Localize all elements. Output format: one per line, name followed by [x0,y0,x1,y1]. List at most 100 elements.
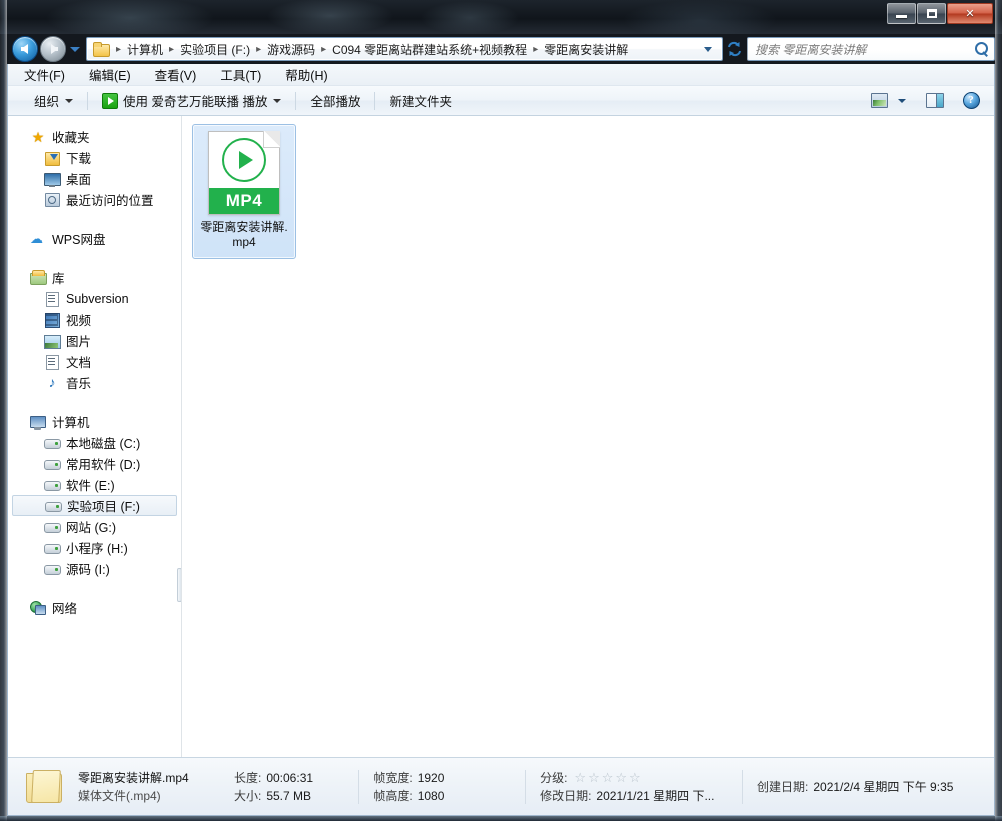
menu-edit[interactable]: 编辑(E) [89,63,143,86]
arrow-left-icon [21,44,28,54]
play-with-button[interactable]: 使用 爱奇艺万能联播 播放 [94,88,289,113]
recent-locations-button[interactable] [68,36,82,62]
star-icon: ★ [30,129,46,145]
sidebar-item-drive-g[interactable]: 网站 (G:) [8,516,181,537]
change-view-button[interactable] [866,89,892,113]
star-icon[interactable]: ☆ [574,771,586,784]
sidebar-item-drive-i[interactable]: 源码 (I:) [8,558,181,579]
file-grid: MP4 零距离安装讲解.mp4 [192,124,994,259]
refresh-button[interactable] [723,37,745,61]
toolbar-separator [374,92,375,110]
sidebar-item-desktop[interactable]: 桌面 [8,168,181,189]
rating-stars[interactable]: ☆ ☆ ☆ ☆ ☆ [574,771,640,784]
sidebar-label: 实验项目 (F:) [67,496,140,515]
breadcrumb-dropdown-button[interactable] [696,47,722,52]
details-filetype-line: 媒体文件(.mp4) [78,789,224,803]
breadcrumb-separator: ▸ [529,44,542,55]
desktop-icon [44,171,60,187]
breadcrumb[interactable]: ▸ 计算机 ▸ 实验项目 (F:) ▸ 游戏源码 ▸ C094 零距离站群建站系… [86,37,723,61]
details-filetype: 媒体文件(.mp4) [78,789,161,803]
forward-button[interactable] [40,36,66,62]
sidebar-item-drive-c[interactable]: 本地磁盘 (C:) [8,432,181,453]
menu-tools[interactable]: 工具(T) [220,63,273,86]
details-frame-width-value: 1920 [418,771,445,785]
minimize-icon [896,15,907,18]
breadcrumb-item-3[interactable]: C094 零距离站群建站系统+视频教程 [330,41,529,58]
star-icon[interactable]: ☆ [615,771,627,784]
star-icon[interactable]: ☆ [602,771,614,784]
sidebar-label: 文档 [66,352,91,371]
new-folder-button[interactable]: 新建文件夹 [381,88,460,113]
preview-pane-button[interactable] [922,89,948,113]
document-icon [44,354,60,370]
drive-icon [44,477,60,493]
help-button[interactable]: ? [958,89,984,113]
drive-icon [44,540,60,556]
toolbar-separator [87,92,88,110]
sidebar-item-subversion[interactable]: Subversion [8,288,181,309]
details-size-key: 大小: [234,789,261,803]
sidebar-item-downloads[interactable]: 下载 [8,147,181,168]
breadcrumb-separator: ▸ [317,44,330,55]
chevron-down-icon [65,99,73,103]
sidebar-item-favorites[interactable]: ★ 收藏夹 [8,126,181,147]
play-all-button[interactable]: 全部播放 [302,88,368,113]
drive-icon [44,435,60,451]
close-button[interactable]: ✕ [947,3,993,24]
help-icon: ? [963,92,980,109]
organize-button[interactable]: 组织 [26,88,81,113]
file-list-pane[interactable]: MP4 零距离安装讲解.mp4 [182,116,994,757]
star-icon[interactable]: ☆ [629,771,641,784]
window-edge-bottom [0,816,1002,821]
minimize-button[interactable] [887,3,916,24]
nav-spacer [8,395,181,411]
sidebar-label: WPS网盘 [52,229,105,248]
folder-thumbnail-icon [22,767,66,807]
sidebar-item-network[interactable]: 网络 [8,597,181,618]
breadcrumb-item-1[interactable]: 实验项目 (F:) [178,41,252,58]
search-icon [974,41,990,57]
library-icon [30,270,46,286]
maximize-button[interactable] [917,3,946,24]
sidebar-item-pictures[interactable]: 图片 [8,330,181,351]
download-folder-icon [44,150,60,166]
breadcrumb-item-0[interactable]: 计算机 [125,41,165,58]
menu-help[interactable]: 帮助(H) [285,63,339,86]
change-view-dropdown[interactable] [894,89,910,113]
details-modified-line: 修改日期: 2021/1/21 星期四 下... [540,789,718,803]
sidebar-label: 下载 [66,148,91,167]
sidebar-item-drive-f[interactable]: 实验项目 (F:) [12,495,177,516]
file-item[interactable]: MP4 零距离安装讲解.mp4 [192,124,296,259]
sidebar-label: 桌面 [66,169,91,188]
sidebar-label: 计算机 [52,412,90,431]
sidebar-item-drive-d[interactable]: 常用软件 (D:) [8,453,181,474]
sidebar-item-libraries[interactable]: 库 [8,267,181,288]
document-icon [44,291,60,307]
star-icon[interactable]: ☆ [588,771,600,784]
sidebar-item-music[interactable]: ♪ 音乐 [8,372,181,393]
sidebar-label: 软件 (E:) [66,475,115,494]
back-button[interactable] [12,36,38,62]
details-modified-key: 修改日期: [540,789,591,803]
sidebar-item-drive-e[interactable]: 软件 (E:) [8,474,181,495]
menu-file[interactable]: 文件(F) [24,63,77,86]
breadcrumb-item-4[interactable]: 零距离安装讲解 [542,41,630,58]
details-length-value: 00:06:31 [266,771,313,785]
sidebar-item-recent-places[interactable]: 最近访问的位置 [8,189,181,210]
nav-spacer [8,251,181,267]
nav-spacer [8,212,181,228]
sidebar-label: 音乐 [66,373,91,392]
sidebar-item-wps-cloud[interactable]: ☁ WPS网盘 [8,228,181,249]
sidebar-item-videos[interactable]: 视频 [8,309,181,330]
sidebar-item-drive-h[interactable]: 小程序 (H:) [8,537,181,558]
sidebar-label: 视频 [66,310,91,329]
sidebar-item-documents[interactable]: 文档 [8,351,181,372]
details-rating-key: 分级: [540,771,567,785]
details-length-size-column: 长度: 00:06:31 大小: 55.7 MB [234,771,344,803]
menu-view[interactable]: 查看(V) [155,63,209,86]
breadcrumb-item-2[interactable]: 游戏源码 [265,41,317,58]
sidebar-item-computer[interactable]: 计算机 [8,411,181,432]
sidebar-label: 网站 (G:) [66,517,116,536]
search-input[interactable]: 搜索 零距离安装讲解 [747,37,995,61]
details-frame-column: 帧宽度: 1920 帧高度: 1080 [373,771,511,803]
